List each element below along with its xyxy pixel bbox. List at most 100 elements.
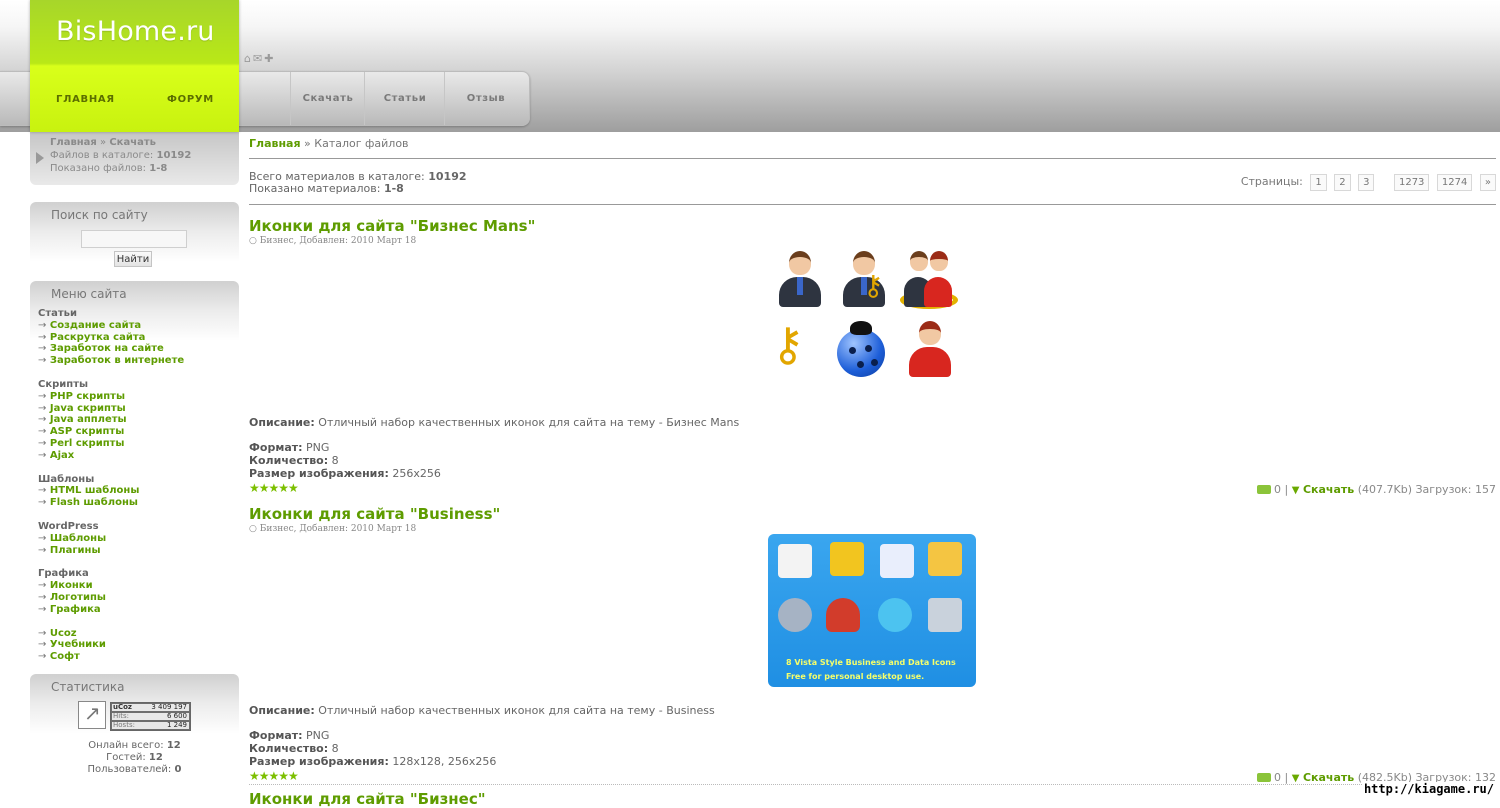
menu-item[interactable]: → Шаблоны (38, 533, 184, 545)
sidebar-crumb-current: Скачать (109, 137, 156, 148)
users-icon (826, 598, 860, 632)
menu-block: Меню сайта Статьи → Создание сайта → Раскр… (30, 281, 239, 666)
entry-meta: ○ Бизнес, Добавлен: 2010 Март 18 (249, 236, 417, 246)
download-link[interactable]: Скачать (1303, 771, 1354, 784)
entry-footer: 0 | ▼ Скачать (407.7Kb) Загрузок: 157 (1256, 483, 1496, 496)
menu-category: Графика (38, 568, 89, 580)
entry-title[interactable]: Иконки для сайта "Бизнес Mans" (249, 217, 535, 235)
menu-item[interactable]: → Софт (38, 651, 184, 663)
menu-item[interactable]: → Заработок в интернете (38, 355, 184, 367)
globe-link-icon (878, 598, 912, 632)
stats-block: Статистика uCoz3 409 197 Hits:6 600 Host… (30, 674, 239, 800)
ucoz-logo-icon (78, 701, 106, 729)
businesswoman-icon (907, 321, 953, 379)
arrow-right-icon: → (38, 355, 47, 367)
menu-item[interactable]: → Графика (38, 604, 184, 616)
site-header: Скачать Статьи Отзыв ⌂✉✚ BisHome.ru ГЛАВ… (0, 0, 1500, 132)
nav-forum[interactable]: ФОРУМ (167, 94, 214, 105)
menu-item[interactable]: → Раскрутка сайта (38, 332, 184, 344)
menu-item[interactable]: → Иконки (38, 580, 184, 592)
arrow-right-icon: → (38, 544, 47, 556)
page-2[interactable]: 2 (1334, 174, 1351, 191)
menu-item[interactable]: → Java апплеты (38, 414, 184, 426)
entry-description: Описание: Отличный набор качественных ик… (249, 704, 715, 717)
shown-materials: Показано материалов: 1-8 (249, 182, 404, 195)
page-next[interactable]: » (1479, 174, 1496, 191)
rating-stars[interactable]: ★★★★★ (249, 769, 299, 783)
key-icon: ⚷ (771, 317, 805, 371)
arrow-right-icon: → (38, 449, 47, 461)
rating-stars[interactable]: ★★★★★ (249, 481, 299, 495)
comment-count[interactable]: 0 (1274, 483, 1281, 496)
search-input[interactable] (81, 230, 187, 248)
menu-item[interactable]: → Perl скрипты (38, 438, 184, 450)
menu-item[interactable]: → Логотипы (38, 592, 184, 604)
arrow-right-icon: → (38, 639, 47, 651)
menu-list: Статьи → Создание сайта → Раскрутка сайта →… (38, 308, 184, 663)
site-logo[interactable]: BisHome.ru (56, 16, 215, 47)
menu-item[interactable]: → Плагины (38, 545, 184, 557)
newspaper-icon (778, 544, 812, 578)
businessman-key-icon: ⚷ (841, 251, 887, 309)
sidebar-crumb-home[interactable]: Главная (50, 137, 97, 148)
stat-guests: Гостей: 12 (106, 752, 163, 763)
entry-size: Размер изображения: 256x256 (249, 467, 441, 480)
divider (249, 158, 1496, 159)
arrow-right-icon: → (38, 591, 47, 603)
image-caption: Free for personal desktop use. (786, 672, 925, 681)
arrow-right-icon: → (38, 319, 47, 331)
breadcrumb-home[interactable]: Главная (249, 137, 301, 150)
counter-table: uCoz 3 409 197 Hits: 6 600 Hosts: 1 249 (110, 702, 191, 731)
main-content: Главная » Каталог файлов Всего материало… (249, 132, 1496, 808)
file-entry: Иконки для сайта "Бизнес Mans" ○ Бизнес,… (249, 217, 1496, 500)
nav-home[interactable]: ГЛАВНАЯ (56, 94, 115, 105)
arrow-right-icon: → (38, 627, 47, 639)
menu-item[interactable]: → Учебники (38, 639, 184, 651)
arrow-right-icon: → (38, 426, 47, 438)
arrow-right-icon: → (38, 414, 47, 426)
download-icon: ▼ (1291, 485, 1300, 496)
search-tool-icon (778, 598, 812, 632)
menu-item[interactable]: → Flash шаблоны (38, 497, 184, 509)
entry-preview-image[interactable]: 8 Vista Style Business and Data Icons Fr… (768, 534, 976, 687)
comment-count[interactable]: 0 (1274, 771, 1281, 784)
clipboard-icon (830, 542, 864, 576)
search-button[interactable]: Найти (114, 251, 152, 267)
nav-articles[interactable]: Статьи (364, 72, 445, 125)
menu-item[interactable]: → Ucoz (38, 628, 184, 640)
menu-item[interactable]: → PHP скрипты (38, 391, 184, 403)
entry-meta: ○ Бизнес, Добавлен: 2010 Март 18 (249, 524, 417, 534)
add-icon[interactable]: ✚ (264, 52, 275, 65)
comment-icon (1256, 485, 1271, 494)
menu-item[interactable]: → ASP скрипты (38, 426, 184, 438)
page-1274[interactable]: 1274 (1436, 174, 1473, 191)
page-3[interactable]: 3 (1358, 174, 1375, 191)
entry-size: Размер изображения: 128x128, 256x256 (249, 755, 497, 768)
menu-category: Скрипты (38, 378, 89, 390)
nav-feedback[interactable]: Отзыв (444, 72, 527, 125)
divider (249, 204, 1496, 205)
page-1273[interactable]: 1273 (1393, 174, 1430, 191)
stats-title: Статистика (51, 680, 125, 694)
home-icon[interactable]: ⌂ (244, 52, 253, 65)
entry-title[interactable]: Иконки для сайта "Business" (249, 505, 500, 523)
entry-count: Количество: 8 (249, 742, 339, 755)
logo-box: BisHome.ru ГЛАВНАЯ ФОРУМ (30, 0, 239, 132)
menu-item[interactable]: → Java скрипты (38, 403, 184, 415)
download-link[interactable]: Скачать (1303, 483, 1354, 496)
image-caption: 8 Vista Style Business and Data Icons (786, 658, 956, 667)
arrow-right-icon: → (38, 532, 47, 544)
nav-download[interactable]: Скачать (290, 72, 365, 125)
page-1[interactable]: 1 (1310, 174, 1327, 191)
entry-title[interactable]: Иконки для сайта "Бизнес" (249, 790, 486, 808)
menu-title: Меню сайта (51, 287, 127, 301)
menu-item[interactable]: → Создание сайта (38, 320, 184, 332)
mail-icon[interactable]: ✉ (253, 52, 264, 65)
business-team-icon (900, 251, 960, 309)
menu-item[interactable]: → Заработок на сайте (38, 343, 184, 355)
menu-item[interactable]: → HTML шаблоны (38, 485, 184, 497)
search-title: Поиск по сайту (51, 208, 148, 222)
arrow-right-icon: → (38, 390, 47, 402)
entry-count: Количество: 8 (249, 454, 339, 467)
menu-item[interactable]: → Ajax (38, 450, 184, 462)
